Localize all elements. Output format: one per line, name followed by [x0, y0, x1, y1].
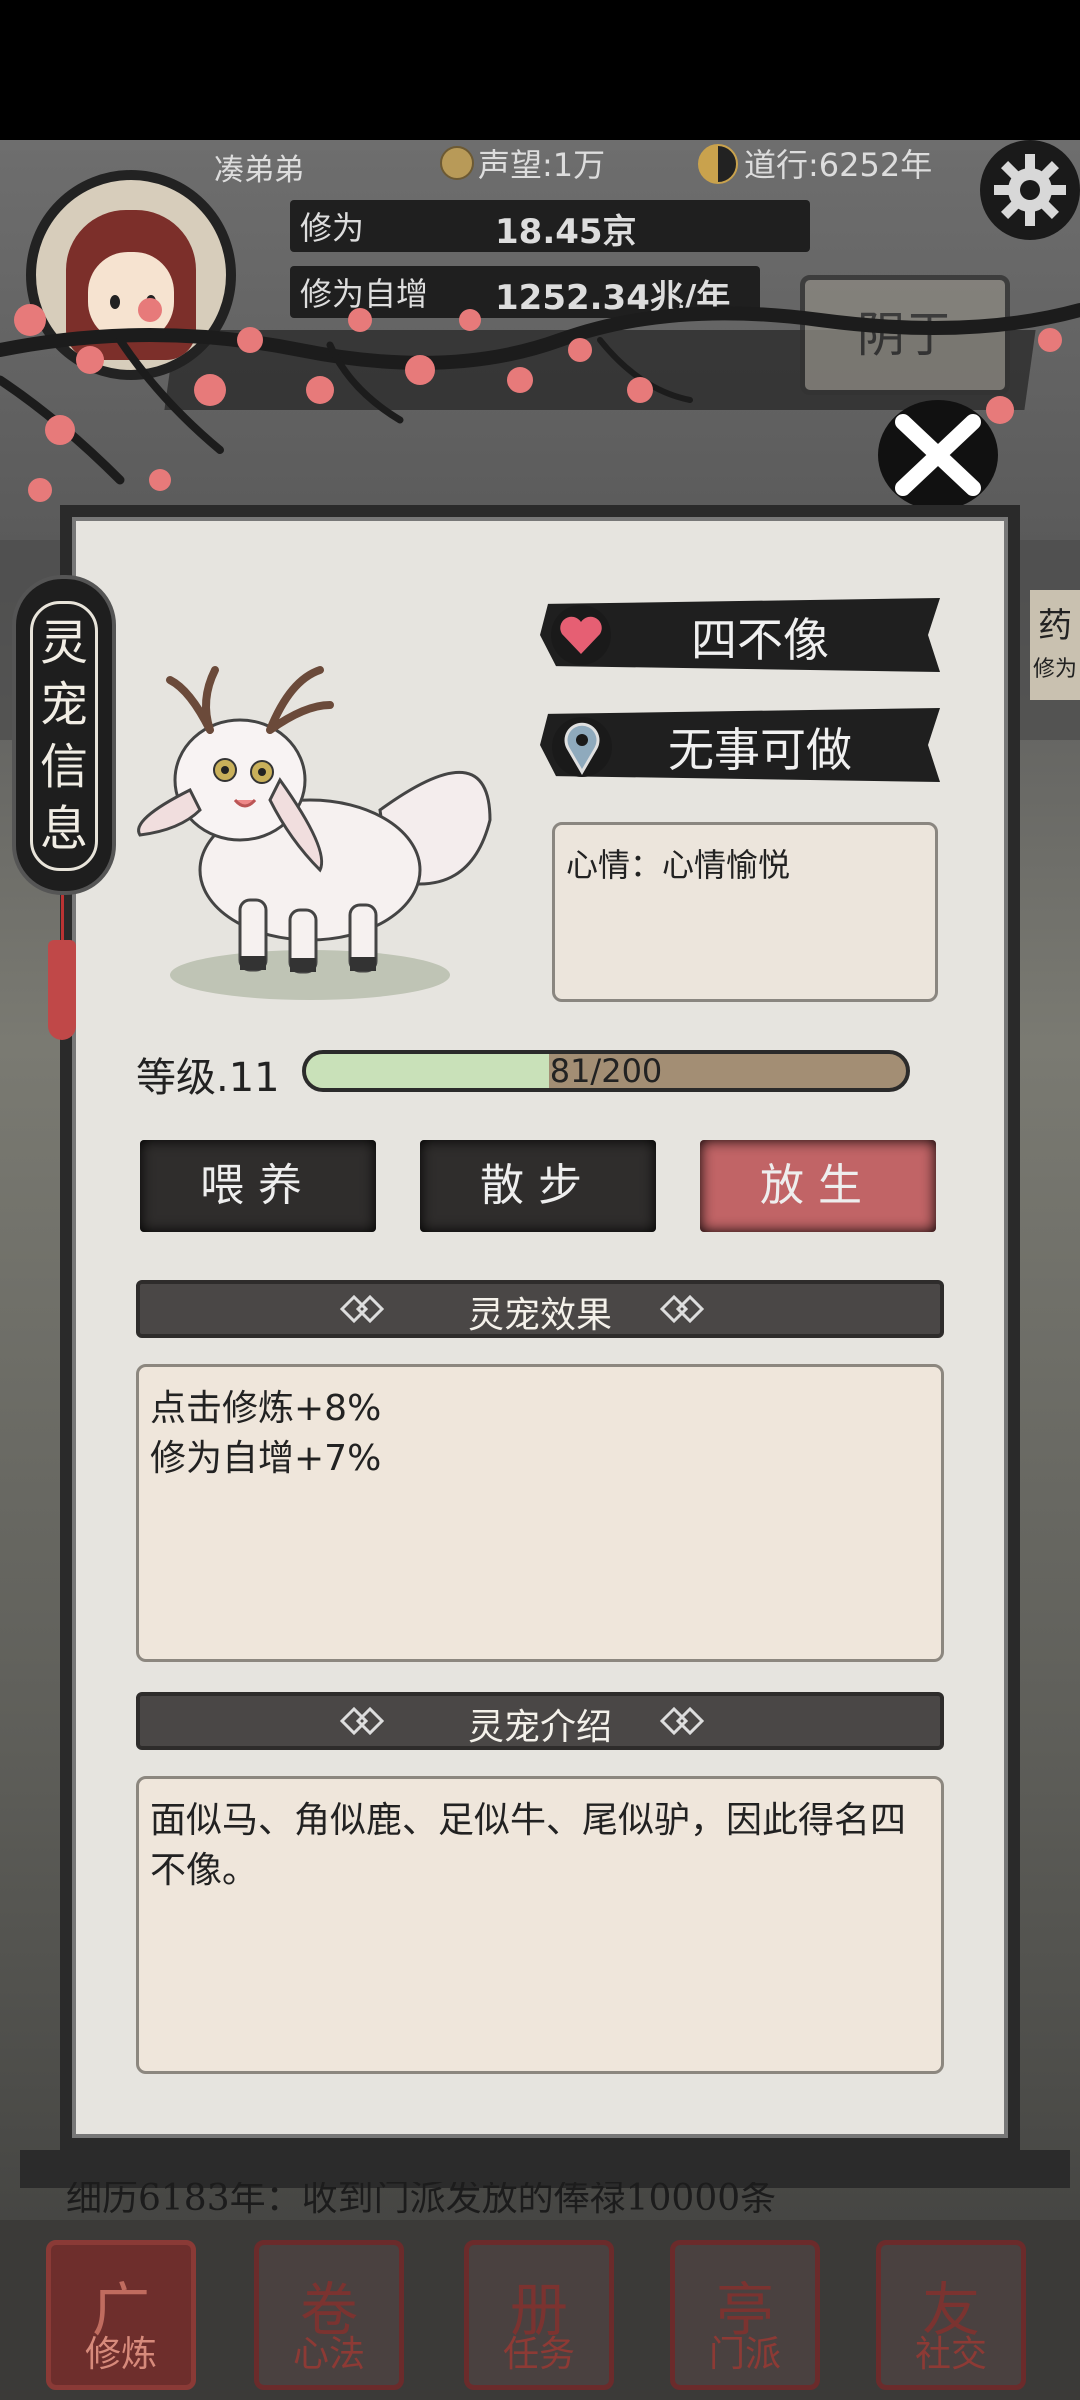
nav-meditate[interactable]: 广 修炼 [46, 2240, 196, 2390]
feed-button[interactable]: 喂养 [140, 1140, 376, 1232]
side-building-subtitle: 修为 [1032, 657, 1077, 682]
nav-label: 社交 [914, 2334, 987, 2375]
heart-icon [551, 605, 611, 665]
xp-text: 81/200 [549, 1052, 663, 1090]
nav-social[interactable]: 友 社交 [876, 2240, 1026, 2390]
release-button[interactable]: 放生 [700, 1140, 936, 1232]
side-building-title: 药 [1038, 606, 1072, 646]
walk-button[interactable]: 散步 [420, 1140, 656, 1232]
effect-line: 点击修炼+8% [150, 1388, 382, 1429]
settings-button[interactable] [980, 140, 1080, 240]
nav-label: 门派 [708, 2334, 781, 2375]
location-pin-icon [552, 717, 612, 777]
gear-icon [994, 154, 1066, 226]
pet-level: 等级.11 [136, 1055, 280, 1101]
mood-text: 心情：心情愉悦 [566, 846, 791, 884]
pet-name: 四不像 [691, 613, 829, 667]
close-icon [895, 414, 981, 496]
status-bar-area [0, 0, 1080, 140]
nav-techniques[interactable]: 卷 心法 [254, 2240, 404, 2390]
nav-label: 心法 [292, 2334, 365, 2375]
intro-text: 面似马、角似鹿、足似牛、尾似驴，因此得名四不像。 [150, 1800, 907, 1891]
nav-sect[interactable]: 亭 门派 [670, 2240, 820, 2390]
event-ticker: 细历6183年：收到门派发放的俸禄10000条 [66, 2182, 777, 2216]
panel-title: 灵宠信息 [30, 601, 98, 871]
yin-yang-icon [698, 144, 738, 184]
tassel-ornament [48, 940, 76, 1040]
cultivation-label: 修为 [300, 209, 365, 247]
nav-tasks[interactable]: 册 任务 [464, 2240, 614, 2390]
panel-title-tab: 灵宠信息 [12, 575, 116, 895]
pet-illustration [137, 666, 492, 1000]
effects-title: 灵宠效果 [467, 1295, 612, 1336]
cultivation-value: 18.45京 [495, 212, 637, 252]
close-button[interactable] [878, 400, 998, 510]
nav-label: 修炼 [84, 2334, 157, 2375]
tassel-cord [61, 895, 64, 945]
nav-label: 任务 [502, 2334, 575, 2375]
pet-status: 无事可做 [668, 723, 852, 777]
player-name: 凑弟弟 [214, 153, 304, 188]
coin-icon [440, 146, 474, 180]
reputation-value: 声望:1万 [478, 146, 606, 184]
intro-title: 灵宠介绍 [467, 1707, 612, 1748]
dao-age-value: 道行:6252年 [744, 146, 933, 184]
effect-line: 修为自增+7% [150, 1438, 382, 1479]
side-building-label[interactable]: 药 修为 [1030, 590, 1080, 700]
